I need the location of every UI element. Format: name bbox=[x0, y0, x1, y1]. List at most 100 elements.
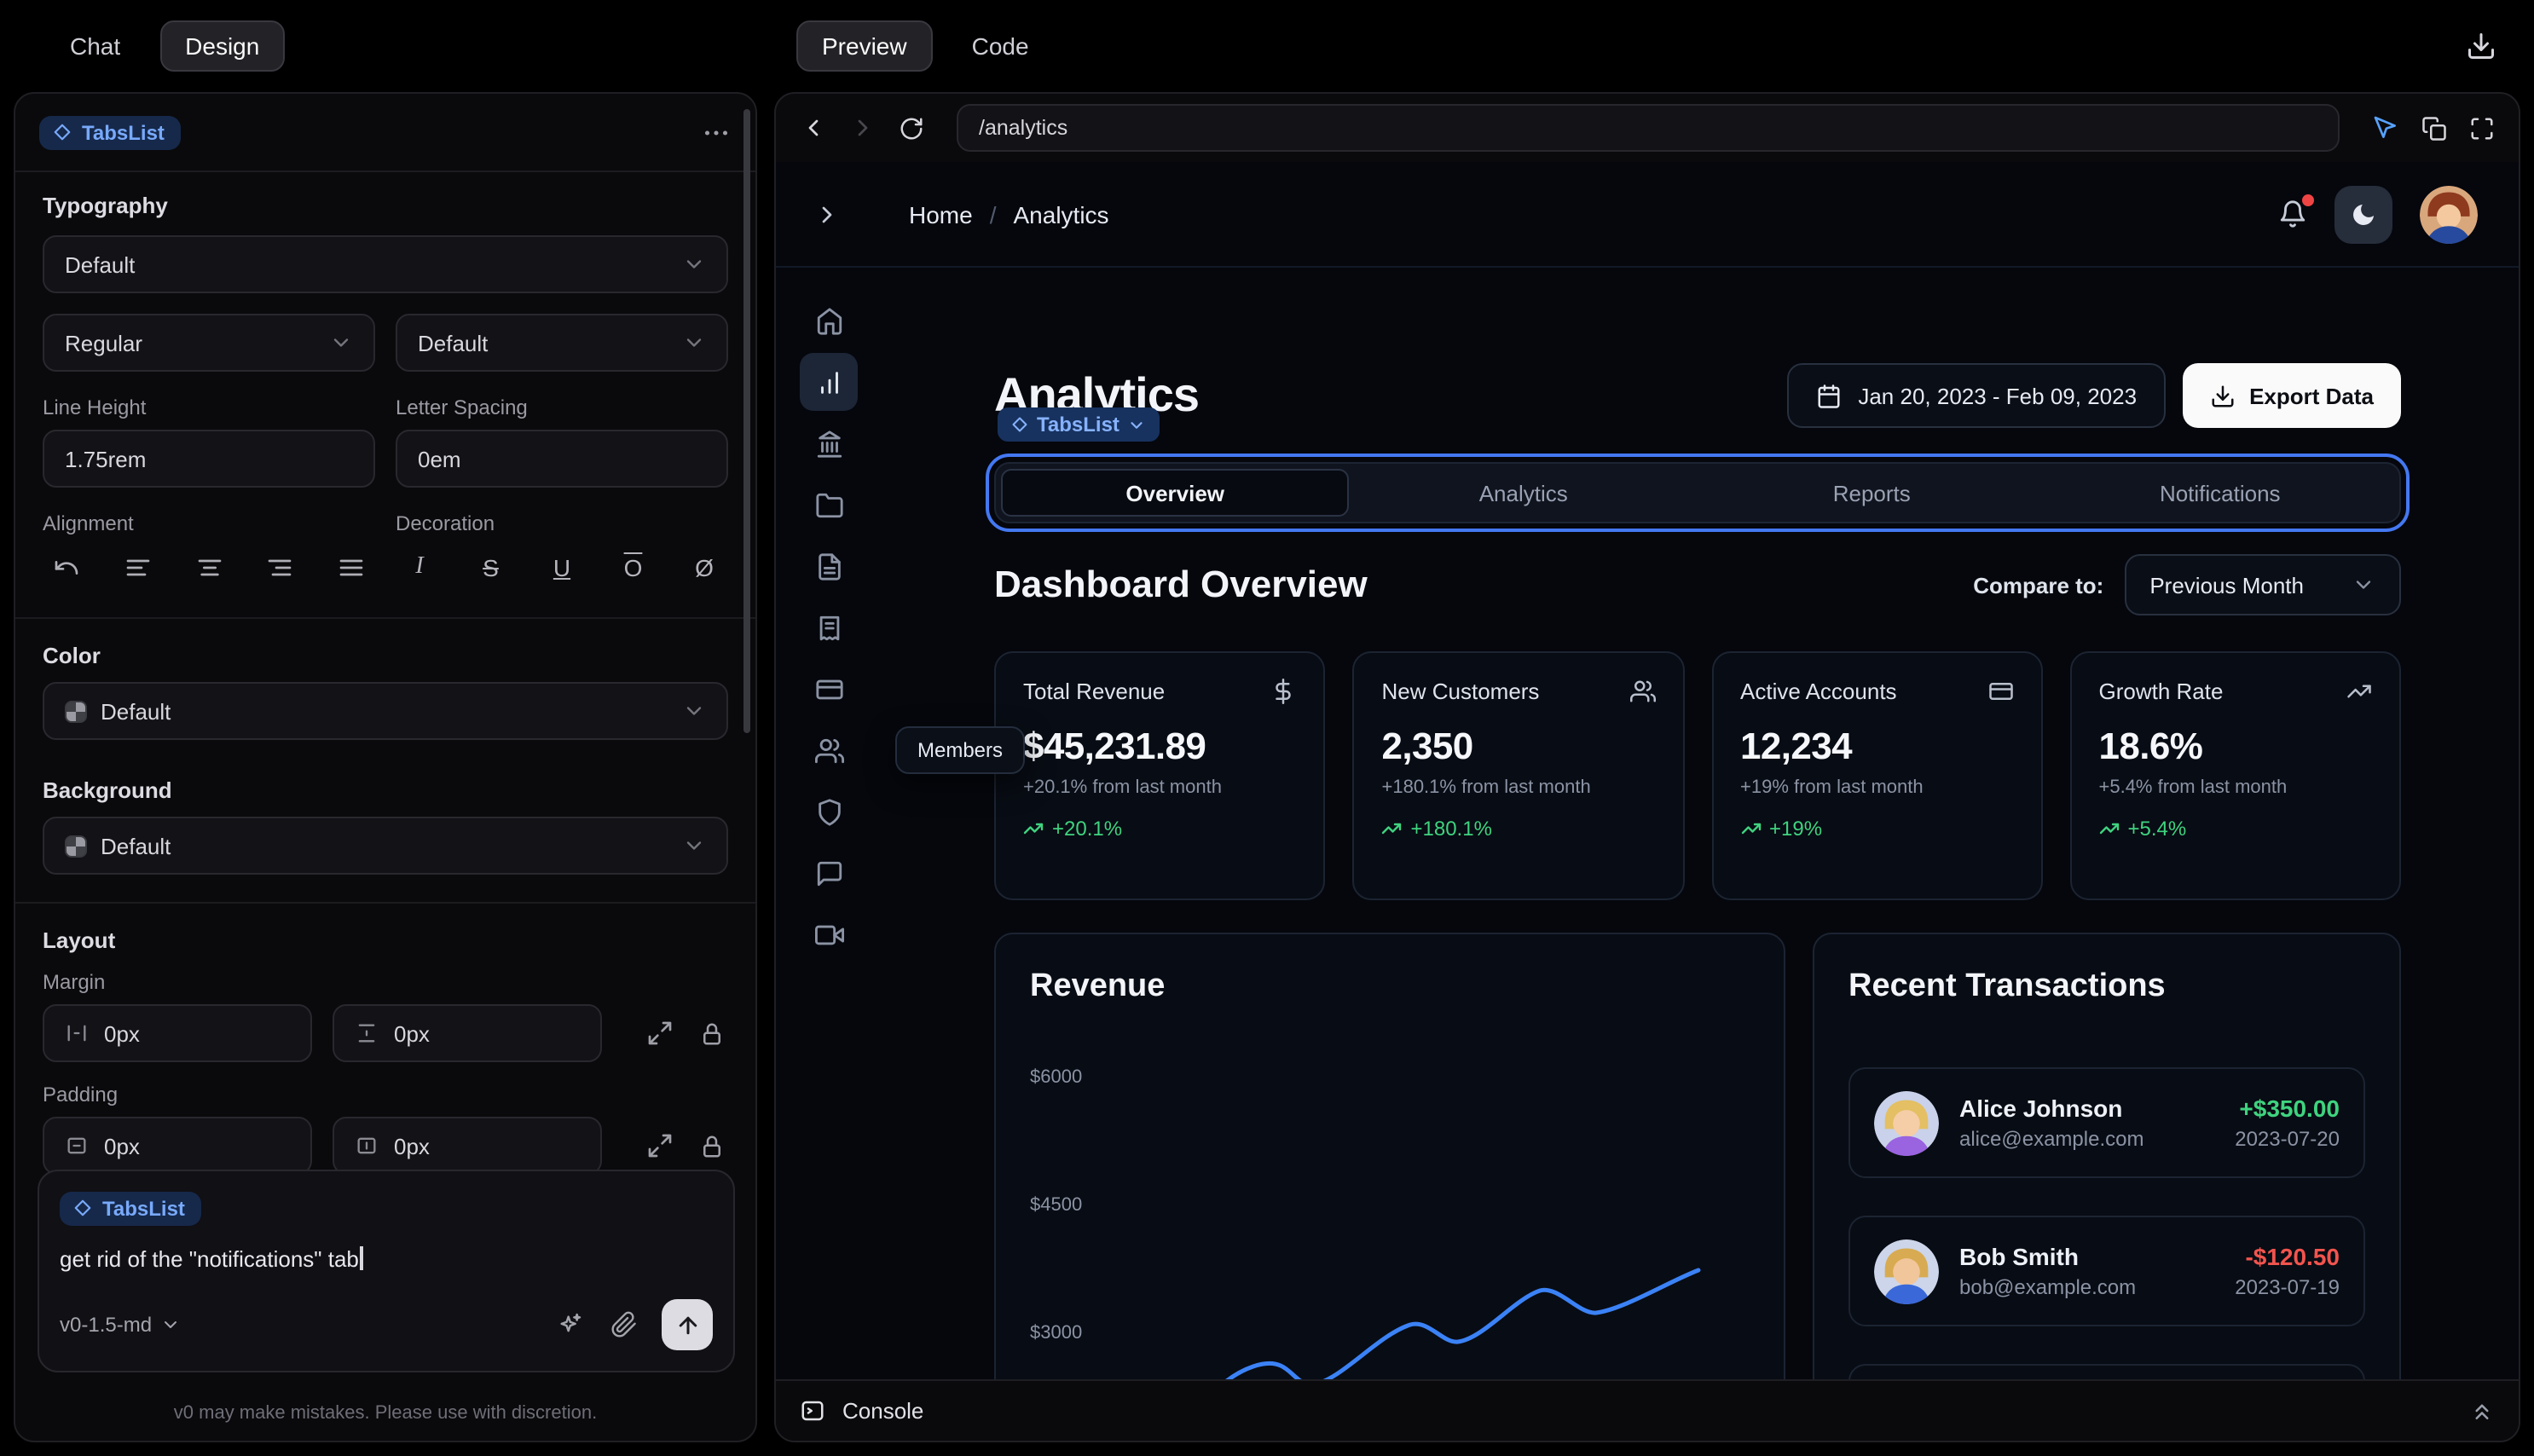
tab-code[interactable]: Code bbox=[946, 20, 1055, 72]
sidebar-item-cards[interactable] bbox=[800, 660, 858, 718]
padding-x-icon bbox=[67, 1137, 86, 1154]
console-expand-button[interactable] bbox=[2469, 1398, 2495, 1424]
margin-y-input[interactable]: 0px bbox=[333, 1004, 602, 1062]
compare-select[interactable]: Previous Month bbox=[2124, 554, 2401, 615]
sidebar-item-home[interactable] bbox=[800, 292, 858, 350]
sidebar-item-bank[interactable] bbox=[800, 414, 858, 472]
align-right-button[interactable] bbox=[260, 547, 301, 588]
padding-x-value: 0px bbox=[104, 1133, 140, 1158]
export-label: Export Data bbox=[2249, 383, 2374, 408]
sidebar-item-video[interactable] bbox=[800, 905, 858, 963]
tab-chat[interactable]: Chat bbox=[44, 20, 146, 72]
selection-chip[interactable]: TabsList bbox=[998, 407, 1160, 442]
copy-icon bbox=[2422, 116, 2446, 140]
stat-value: 2,350 bbox=[1381, 725, 1474, 767]
design-panel-body: Typography Default Regular Default Line … bbox=[15, 172, 755, 1175]
strikethrough-button[interactable]: S bbox=[471, 547, 512, 588]
padding-x-input[interactable]: 0px bbox=[43, 1117, 312, 1175]
chevron-down-icon bbox=[2356, 581, 2371, 589]
fullscreen-button[interactable] bbox=[2469, 115, 2495, 141]
composer-context-chip[interactable]: TabsList bbox=[60, 1191, 202, 1225]
chevron-down-icon bbox=[333, 338, 349, 347]
line-height-input[interactable]: 1.75rem bbox=[43, 430, 375, 488]
back-button[interactable] bbox=[800, 114, 827, 142]
align-center-button[interactable] bbox=[188, 547, 229, 588]
sidebar-item-members[interactable] bbox=[800, 721, 858, 779]
notifications-button[interactable] bbox=[2278, 194, 2314, 228]
align-justify-button[interactable] bbox=[331, 547, 372, 588]
no-decoration-button[interactable]: Ø bbox=[684, 547, 725, 588]
tab-preview[interactable]: Preview bbox=[796, 20, 933, 72]
tab-notifications[interactable]: Notifications bbox=[2046, 469, 2395, 517]
more-options-button[interactable] bbox=[701, 117, 732, 147]
app-body: Analytics Jan 20, 2023 - Feb 09, 2023 Ex… bbox=[776, 268, 2519, 1379]
selected-element-chip[interactable]: TabsList bbox=[39, 115, 182, 149]
sidebar-item-analytics[interactable] bbox=[800, 353, 858, 411]
user-avatar[interactable] bbox=[2420, 185, 2478, 243]
font-size-select[interactable]: Default bbox=[396, 314, 728, 372]
transaction-row[interactable]: Bob Smith bob@example.com -$120.50 2023-… bbox=[1848, 1216, 2365, 1326]
sidebar-expand-button[interactable] bbox=[813, 200, 841, 228]
align-left-button[interactable] bbox=[118, 547, 159, 588]
moon-icon bbox=[2353, 204, 2374, 224]
stat-title: Total Revenue bbox=[1023, 679, 1166, 704]
underline-button[interactable]: U bbox=[541, 547, 582, 588]
refresh-button[interactable] bbox=[899, 115, 924, 141]
margin-x-icon bbox=[67, 1025, 86, 1042]
sidebar-item-invoices[interactable] bbox=[800, 537, 858, 595]
typography-section-label: Typography bbox=[43, 193, 168, 218]
sidebar-item-security[interactable] bbox=[800, 783, 858, 841]
font-family-select[interactable]: Default bbox=[43, 235, 728, 293]
select-element-tool-button[interactable] bbox=[2372, 114, 2399, 142]
chevron-down-icon bbox=[686, 338, 702, 347]
date-range-picker[interactable]: Jan 20, 2023 - Feb 09, 2023 bbox=[1786, 363, 2167, 428]
expand-padding-button[interactable] bbox=[643, 1125, 675, 1166]
home-icon bbox=[816, 307, 842, 334]
background-select[interactable]: Default bbox=[43, 817, 728, 875]
export-data-button[interactable]: Export Data bbox=[2183, 363, 2401, 428]
enhance-prompt-button[interactable] bbox=[556, 1311, 583, 1338]
panel-scrollbar[interactable] bbox=[743, 109, 750, 733]
copy-button[interactable] bbox=[2421, 115, 2447, 141]
overline-button[interactable]: O bbox=[613, 547, 654, 588]
send-prompt-button[interactable] bbox=[662, 1299, 713, 1350]
download-button[interactable] bbox=[2466, 31, 2496, 61]
model-select[interactable]: v0-1.5-md bbox=[60, 1313, 181, 1337]
attach-file-button[interactable] bbox=[610, 1311, 638, 1338]
letter-spacing-input[interactable]: 0em bbox=[396, 430, 728, 488]
expand-margin-button[interactable] bbox=[643, 1013, 675, 1054]
lock-padding-button[interactable] bbox=[696, 1125, 728, 1166]
tab-analytics[interactable]: Analytics bbox=[1350, 469, 1698, 517]
trending-up-icon bbox=[2099, 823, 2119, 835]
url-bar[interactable]: /analytics bbox=[957, 104, 2340, 152]
font-weight-select[interactable]: Regular bbox=[43, 314, 375, 372]
credit-card-icon bbox=[1988, 683, 2013, 700]
text-cursor bbox=[360, 1246, 363, 1270]
transaction-row[interactable]: Alice Johnson alice@example.com +$350.00… bbox=[1848, 1067, 2365, 1178]
selected-element-label: TabsList bbox=[82, 120, 165, 144]
lock-margin-button[interactable] bbox=[696, 1013, 728, 1054]
console-bar[interactable]: Console bbox=[776, 1379, 2519, 1441]
color-swatch-icon bbox=[65, 700, 87, 722]
margin-x-input[interactable]: 0px bbox=[43, 1004, 312, 1062]
sidebar-item-projects[interactable] bbox=[800, 476, 858, 534]
padding-y-input[interactable]: 0px bbox=[333, 1117, 602, 1175]
breadcrumb-home[interactable]: Home bbox=[909, 200, 973, 228]
prompt-composer[interactable]: TabsList get rid of the "notifications" … bbox=[38, 1169, 735, 1372]
theme-toggle-button[interactable] bbox=[2334, 185, 2392, 243]
sidebar-item-receipts[interactable] bbox=[800, 598, 858, 656]
prompt-input[interactable]: get rid of the "notifications" tab bbox=[60, 1246, 713, 1272]
color-select[interactable]: Default bbox=[43, 682, 728, 740]
sidebar-item-messages[interactable] bbox=[800, 844, 858, 902]
reset-alignment-button[interactable] bbox=[46, 547, 87, 588]
trending-up-icon bbox=[1382, 823, 1402, 835]
chevron-left-icon bbox=[808, 119, 819, 136]
tab-overview[interactable]: Overview bbox=[1001, 469, 1350, 517]
app-top-nav: Home / Analytics bbox=[776, 162, 2519, 268]
tab-reports[interactable]: Reports bbox=[1698, 469, 2046, 517]
forward-button[interactable] bbox=[849, 114, 876, 142]
italic-button[interactable]: I bbox=[399, 547, 440, 588]
date-range-value: Jan 20, 2023 - Feb 09, 2023 bbox=[1858, 383, 2138, 408]
tab-design[interactable]: Design bbox=[159, 20, 286, 72]
shield-icon bbox=[818, 798, 840, 825]
